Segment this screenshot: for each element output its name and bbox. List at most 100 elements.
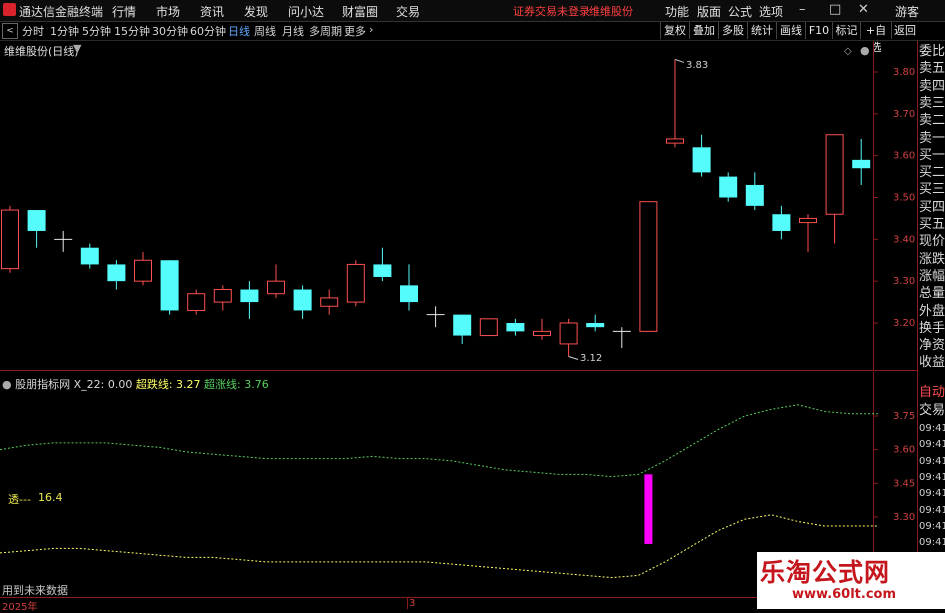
period-tab-time[interactable]: 分时 [22, 23, 44, 39]
watermark-url: www.60lt.com [792, 587, 897, 602]
candle-body [719, 176, 738, 198]
period-tab-multi[interactable]: 多周期 [309, 23, 342, 39]
candle-body [293, 289, 312, 311]
menu-trade[interactable]: 交易 [396, 3, 420, 20]
statistics-button[interactable]: 统计 [747, 22, 776, 39]
add-watchlist-button[interactable]: +自选 [860, 22, 891, 54]
left-marker-label: 透--- [8, 493, 31, 506]
period-tab-more[interactable]: 更多 [344, 23, 366, 39]
side-item[interactable]: 买五 [919, 217, 945, 233]
mark-button[interactable]: 标记 [832, 22, 860, 39]
collapse-left-icon[interactable]: < [2, 23, 18, 39]
menu-news[interactable]: 资讯 [200, 3, 224, 20]
minimize-icon[interactable]: – [799, 2, 806, 17]
menu-options[interactable]: 选项 [759, 3, 783, 20]
side-item[interactable]: 买三 [919, 182, 945, 198]
side-item[interactable]: 买一 [919, 148, 945, 164]
indicator-tick-label: 3.60 [893, 445, 915, 456]
candle-body [692, 147, 711, 173]
overbought-line [0, 404, 878, 478]
price-axis: 3.80 3.70 3.60 3.50 3.40 3.30 3.20 [873, 67, 915, 329]
current-stock-name: 维维股份 [589, 5, 633, 18]
menu-market[interactable]: 市场 [156, 3, 180, 20]
chart-options-icon[interactable]: ▼ [73, 42, 81, 55]
candle-body [745, 184, 764, 206]
close-icon[interactable]: ✕ [858, 2, 869, 17]
side-item[interactable]: 卖一 [919, 131, 945, 147]
left-marker-value: 16.4 [38, 491, 63, 504]
side-item[interactable]: 卖四 [919, 79, 945, 95]
overlay-button[interactable]: 叠加 [689, 22, 718, 39]
candle-body [453, 314, 472, 336]
time-entry: 09:41 [919, 455, 945, 467]
f10-button[interactable]: F10 [805, 22, 832, 39]
year-label: 2025年 [2, 602, 38, 613]
menu-wealth[interactable]: 财富圈 [342, 3, 378, 20]
period-toolbar: < 分时 1分钟 5分钟 15分钟 30分钟 60分钟 日线 周线 月线 多周期… [0, 22, 945, 54]
candle-body [586, 323, 605, 328]
side-item[interactable]: 卖五 [919, 61, 945, 77]
candle-body [533, 330, 551, 337]
menu-formula[interactable]: 公式 [728, 3, 752, 20]
side-item[interactable]: 净资 [919, 338, 945, 354]
month-divider [407, 597, 408, 609]
candle-body [559, 322, 578, 345]
indicator-axis: 3.75 3.60 3.45 3.30 [873, 411, 915, 523]
indicator-toggle-icon[interactable]: ● [2, 378, 12, 391]
side-item[interactable]: 卖三 [919, 96, 945, 112]
side-item[interactable]: 现价 [919, 234, 945, 250]
price-tick-label: 3.40 [893, 234, 915, 245]
period-tab-30min[interactable]: 30分钟 [152, 23, 188, 39]
signal-bar [644, 474, 653, 544]
restore-rights-button[interactable]: 复权 [660, 22, 689, 39]
title-bar: 通达信金融终端 行情 市场 资讯 发现 问小达 财富圈 交易 证券交易未登录 维… [0, 0, 945, 22]
time-entry: 09:41 [919, 504, 945, 516]
period-tab-60min[interactable]: 60分钟 [190, 23, 226, 39]
time-entry: 09:41 [919, 439, 945, 451]
period-tab-monthly[interactable]: 月线 [282, 23, 304, 39]
chevron-right-icon[interactable]: › [369, 23, 373, 36]
side-item[interactable]: 卖二 [919, 113, 945, 129]
side-item[interactable]: 总量 [919, 286, 945, 302]
auto-button[interactable]: 自动 [919, 385, 945, 401]
draw-line-button[interactable]: 画线 [776, 22, 805, 39]
menu-discover[interactable]: 发现 [244, 3, 268, 20]
side-item[interactable]: 涨幅 [919, 269, 945, 285]
time-entry: 09:41 [919, 471, 945, 483]
multi-stock-button[interactable]: 多股 [718, 22, 747, 39]
candle-body [852, 159, 871, 169]
diamond-icon[interactable]: ◇ [844, 46, 852, 57]
period-tab-1min[interactable]: 1分钟 [50, 23, 79, 39]
period-tab-5min[interactable]: 5分钟 [82, 23, 111, 39]
login-status[interactable]: 证券交易未登录 [513, 3, 590, 19]
oversold-line [0, 514, 878, 579]
back-button[interactable]: 返回 [891, 22, 918, 39]
menu-ask[interactable]: 问小达 [288, 3, 324, 20]
candle-body [799, 217, 817, 224]
candle-body [80, 247, 99, 265]
menu-quotes[interactable]: 行情 [112, 3, 136, 20]
overbought-label: 超涨线: 3.76 [204, 378, 269, 391]
side-item[interactable]: 委比 [919, 44, 945, 60]
high-price-label: 3.83 [686, 60, 708, 71]
maximize-icon[interactable]: □ [829, 2, 841, 17]
settings-circle-icon[interactable]: ● [860, 44, 870, 57]
side-item[interactable]: 外盘 [919, 304, 945, 320]
period-tab-daily[interactable]: 日线 [228, 23, 250, 39]
menu-layout[interactable]: 版面 [697, 3, 721, 20]
menu-function[interactable]: 功能 [665, 3, 689, 20]
side-item[interactable]: 涨跌 [919, 252, 945, 268]
side-item[interactable]: 收益 [919, 355, 945, 371]
indicator-name[interactable]: 股朋指标网 [15, 378, 70, 391]
period-tab-weekly[interactable]: 周线 [254, 23, 276, 39]
trade-label[interactable]: 交易 [919, 403, 945, 419]
period-tab-15min[interactable]: 15分钟 [114, 23, 150, 39]
side-item[interactable]: 换手 [919, 321, 945, 337]
guest-account[interactable]: 游客 [895, 3, 919, 20]
candle-body [373, 264, 392, 277]
side-item[interactable]: 买二 [919, 165, 945, 181]
kline-chart[interactable]: 3.80 3.70 3.60 3.50 3.40 3.30 3.20 3.83 3.12 ◇… [0, 41, 918, 371]
price-tick-label: 3.30 [893, 276, 915, 287]
side-item[interactable]: 买四 [919, 200, 945, 216]
low-price-label: 3.12 [580, 353, 602, 364]
